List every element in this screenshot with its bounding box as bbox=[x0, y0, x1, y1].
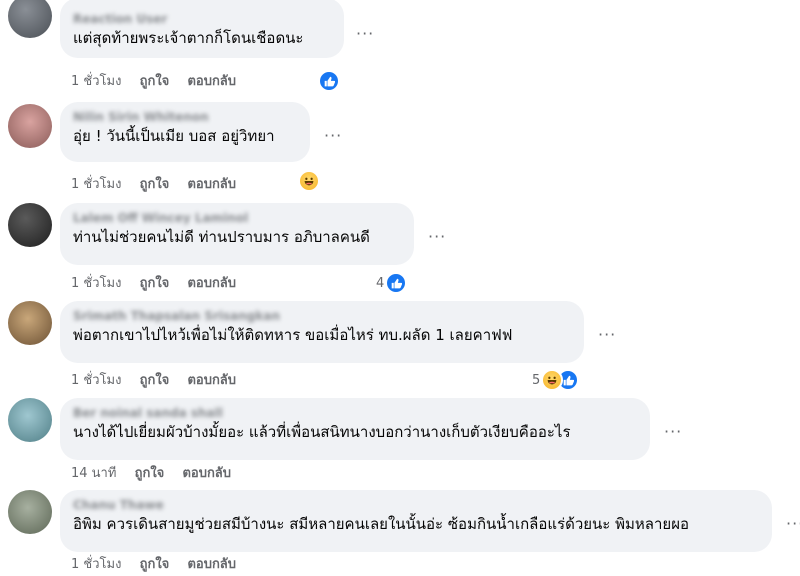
avatar[interactable] bbox=[8, 398, 52, 442]
reply-button[interactable]: ตอบกลับ bbox=[182, 466, 231, 481]
comment-time[interactable]: 1 ชั่วโมง bbox=[71, 373, 121, 388]
comment-text: แต่สุดท้ายพระเจ้าตากก็โดนเชือดนะ bbox=[73, 29, 304, 47]
author-name[interactable]: Nilin Sirin Whitenon bbox=[73, 109, 297, 125]
comment-text: นางได้ไปเยี่ยมผัวบ้างมั้ยอะ แล้วที่เพื่อ… bbox=[73, 423, 571, 441]
author-name[interactable]: Srimath Thapsalan Srisangkan bbox=[73, 308, 571, 324]
author-name[interactable]: Ber noinal sanda shall bbox=[73, 405, 637, 421]
more-options-icon[interactable]: ··· bbox=[664, 424, 682, 440]
like-button[interactable]: ถูกใจ bbox=[140, 373, 170, 388]
comment-actions: 1 ชั่วโมง ถูกใจ ตอบกลับ bbox=[71, 372, 250, 390]
comment-bubble: Reaction User แต่สุดท้ายพระเจ้าตากก็โดนเ… bbox=[60, 0, 344, 58]
like-button[interactable]: ถูกใจ bbox=[140, 74, 170, 89]
comment-text: อุ่ย ! วันนี้เป็นเมีย บอส อยู่วิทยา bbox=[73, 127, 275, 145]
avatar[interactable] bbox=[8, 490, 52, 534]
comment-actions: 1 ชั่วโมง ถูกใจ ตอบกลับ bbox=[71, 275, 250, 293]
comment-bubble: Lalem Off Wincey Laminol ท่านไม่ช่วยคนไม… bbox=[60, 203, 414, 265]
comment-bubble: Chanu Thawe อิพิม ควรเดินสายมูช่วยสมีบ้า… bbox=[60, 490, 772, 552]
comment-bubble: Nilin Sirin Whitenon อุ่ย ! วันนี้เป็นเม… bbox=[60, 102, 310, 162]
reply-button[interactable]: ตอบกลับ bbox=[187, 276, 236, 291]
reply-button[interactable]: ตอบกลับ bbox=[187, 177, 236, 192]
reaction-summary[interactable] bbox=[318, 70, 340, 92]
avatar[interactable] bbox=[8, 203, 52, 247]
comment-actions: 1 ชั่วโมง ถูกใจ ตอบกลับ bbox=[71, 176, 250, 194]
avatar[interactable] bbox=[8, 0, 52, 38]
more-options-icon[interactable]: ··· bbox=[356, 26, 374, 42]
like-reaction-icon bbox=[385, 272, 408, 294]
comment-text: ท่านไม่ช่วยคนไม่ดี ท่านปราบมาร อภิบาลคนด… bbox=[73, 228, 370, 246]
more-options-icon[interactable]: ··· bbox=[786, 516, 800, 532]
avatar[interactable] bbox=[8, 104, 52, 148]
comment-text: อิพิม ควรเดินสายมูช่วยสมีบ้างนะ สมีหลายค… bbox=[73, 515, 689, 533]
more-options-icon[interactable]: ··· bbox=[428, 229, 446, 245]
like-button[interactable]: ถูกใจ bbox=[135, 466, 165, 481]
like-reaction-icon bbox=[318, 70, 340, 92]
like-button[interactable]: ถูกใจ bbox=[140, 557, 170, 572]
comment-bubble: Ber noinal sanda shall นางได้ไปเยี่ยมผัว… bbox=[60, 398, 650, 460]
comment-actions: 1 ชั่วโมง ถูกใจ ตอบกลับ bbox=[71, 556, 250, 574]
comment-bubble: Srimath Thapsalan Srisangkan พ่อตากเขาไป… bbox=[60, 301, 584, 363]
comment-time[interactable]: 1 ชั่วโมง bbox=[71, 557, 121, 572]
comment-time[interactable]: 14 นาที bbox=[71, 466, 116, 481]
like-button[interactable]: ถูกใจ bbox=[140, 177, 170, 192]
comment-time[interactable]: 1 ชั่วโมง bbox=[71, 276, 121, 291]
comment-actions: 14 นาที ถูกใจ ตอบกลับ bbox=[71, 465, 245, 483]
reply-button[interactable]: ตอบกลับ bbox=[187, 74, 236, 89]
author-name[interactable]: Chanu Thawe bbox=[73, 497, 759, 513]
comment-actions: 1 ชั่วโมง ถูกใจ ตอบกลับ bbox=[71, 73, 250, 91]
comment-time[interactable]: 1 ชั่วโมง bbox=[71, 74, 121, 89]
more-options-icon[interactable]: ··· bbox=[324, 128, 342, 144]
reaction-summary[interactable]: 5 bbox=[532, 369, 580, 391]
author-name[interactable]: Reaction User bbox=[73, 11, 331, 27]
reaction-summary[interactable] bbox=[298, 170, 320, 192]
reaction-summary[interactable]: 4 bbox=[376, 272, 408, 294]
more-options-icon[interactable]: ··· bbox=[598, 327, 616, 343]
avatar[interactable] bbox=[8, 301, 52, 345]
reply-button[interactable]: ตอบกลับ bbox=[187, 557, 236, 572]
reaction-count: 5 bbox=[532, 372, 541, 388]
reaction-count: 4 bbox=[376, 275, 385, 291]
like-button[interactable]: ถูกใจ bbox=[140, 276, 170, 291]
reply-button[interactable]: ตอบกลับ bbox=[187, 373, 236, 388]
haha-reaction-icon bbox=[298, 170, 320, 192]
comment-text: พ่อตากเขาไปไหว้เพื่อไม่ให้ติดทหาร ขอเมื่… bbox=[73, 326, 513, 344]
author-name[interactable]: Lalem Off Wincey Laminol bbox=[73, 210, 401, 226]
comment-time[interactable]: 1 ชั่วโมง bbox=[71, 177, 121, 192]
